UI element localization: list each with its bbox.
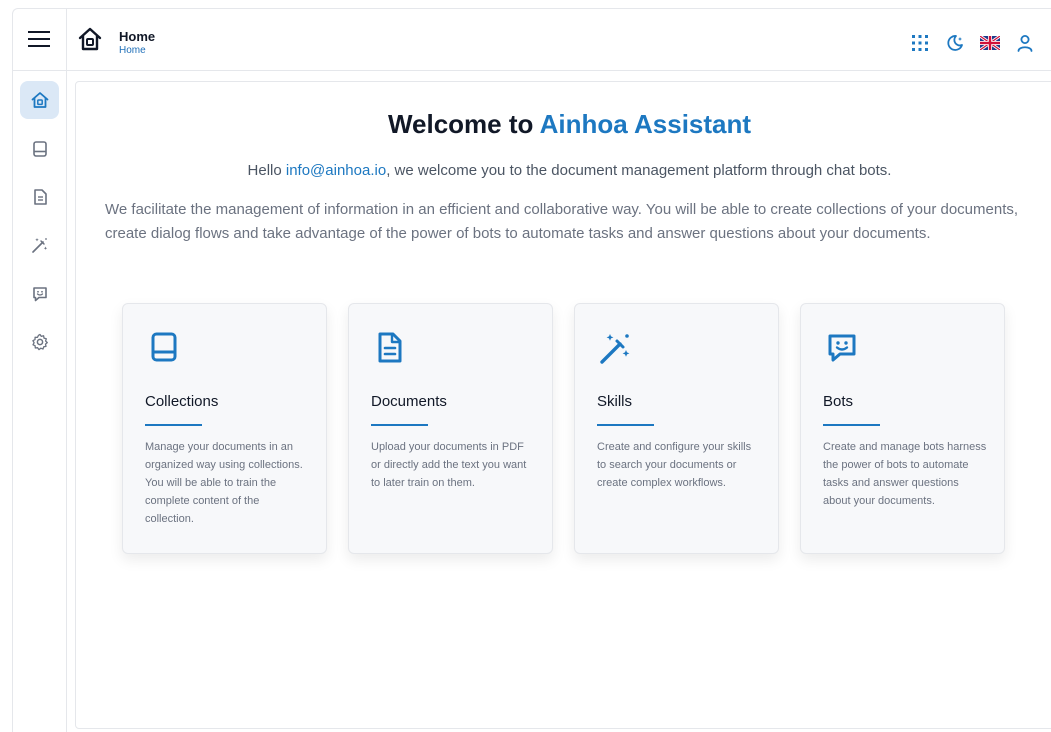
apps-button[interactable] [910,33,930,53]
greeting-text: Hello info@ainhoa.io, we welcome you to … [76,162,1051,179]
card-underline [371,424,428,426]
user-button[interactable] [1015,33,1035,53]
main-panel: Welcome to Ainhoa Assistant Hello info@a… [75,81,1051,729]
sidebar-divider [66,9,67,732]
page-title: Home [119,29,156,44]
card-description: Upload your documents in PDF or directly… [371,441,527,489]
platform-description: We facilitate the management of informat… [105,201,1019,242]
theme-toggle-button[interactable] [945,33,965,53]
home-icon [31,92,48,108]
apps-grid-icon [912,35,928,51]
card-title: Collections [145,393,219,410]
card-description: Manage your documents in an organized wa… [145,441,303,525]
app-window: Home Home Welcome to Ainhoa Assistant He… [12,8,1051,732]
card-description: Create and manage bots harness the power… [823,441,987,507]
card-collections[interactable]: Collections Manage your documents in an … [122,303,327,554]
card-title: Skills [597,393,633,410]
breadcrumb[interactable]: Home [119,46,155,56]
language-uk-flag-icon [980,36,1000,50]
card-documents[interactable]: Documents Upload your documents in PDF o… [348,303,553,554]
sidebar-item-bots[interactable] [20,275,59,313]
hamburger-menu-icon [28,31,50,47]
welcome-prefix: Welcome to [387,109,540,139]
gear-icon [31,333,48,351]
top-actions [910,33,1050,53]
sidebar-item-collections[interactable] [20,130,59,168]
sidebar-item-documents[interactable] [20,178,59,216]
page-header: Home Home [119,30,155,56]
menu-toggle-button[interactable] [27,28,51,50]
chat-bot-icon [32,287,47,302]
card-underline [145,424,202,426]
document-icon [33,189,47,205]
language-button[interactable] [980,33,1000,53]
card-skills[interactable]: Skills Create and configure your skills … [574,303,779,554]
greeting-prefix: Hello [247,162,286,179]
welcome-heading: Welcome to Ainhoa Assistant [76,109,1051,140]
home-icon [78,27,102,51]
sidebar-item-settings[interactable] [20,323,59,361]
book-icon [151,332,177,362]
magic-wand-icon [600,334,630,364]
card-underline [597,424,654,426]
book-icon [32,141,47,157]
sidebar-item-home[interactable] [20,81,59,119]
card-title: Documents [371,393,447,410]
top-bar: Home Home [13,9,1051,71]
chat-bot-icon [828,334,856,362]
card-description: Create and configure your skills to sear… [597,441,752,489]
user-icon [1017,35,1033,52]
document-icon [378,332,402,363]
greeting-suffix: , we welcome you to the document managem… [386,162,892,179]
card-bots[interactable]: Bots Create and manage bots harness the … [800,303,1005,554]
user-email: info@ainhoa.io [285,162,387,179]
sidebar-item-skills[interactable] [20,226,59,264]
dark-mode-icon [947,35,963,51]
card-underline [823,424,880,426]
magic-wand-icon [31,238,47,253]
brand-name: Ainhoa Assistant [539,109,752,139]
card-title: Bots [823,393,854,410]
